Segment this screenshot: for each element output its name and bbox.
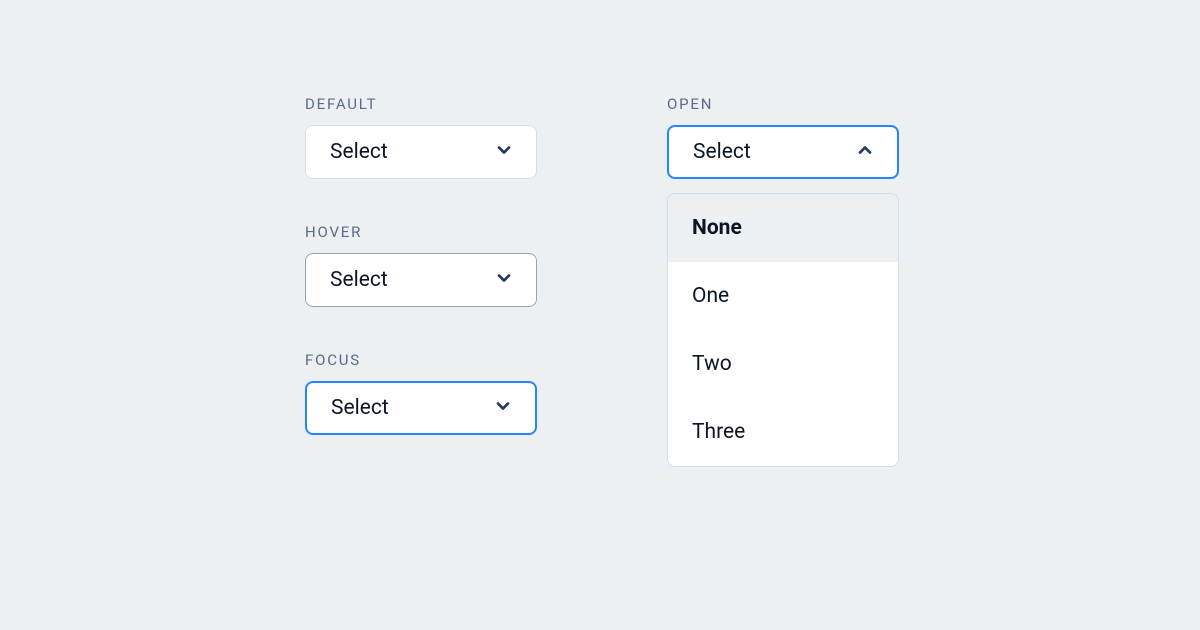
select-hover[interactable]: Select [305, 253, 537, 307]
state-label-focus: FOCUS [305, 351, 537, 369]
option-two[interactable]: Two [668, 330, 898, 398]
state-label-default: DEFAULT [305, 95, 537, 113]
option-one[interactable]: One [668, 262, 898, 330]
select-default-value: Select [330, 140, 388, 164]
state-focus-block: FOCUS Select [305, 351, 537, 435]
right-column: OPEN Select None One Two Three [667, 95, 899, 479]
chevron-down-icon [494, 268, 514, 292]
state-hover-block: HOVER Select [305, 223, 537, 307]
left-column: DEFAULT Select HOVER Select FOCUS Select [305, 95, 537, 479]
select-open[interactable]: Select [667, 125, 899, 179]
state-default-block: DEFAULT Select [305, 95, 537, 179]
chevron-down-icon [493, 396, 513, 420]
select-open-value: Select [693, 140, 751, 164]
state-label-hover: HOVER [305, 223, 537, 241]
dropdown-listbox: None One Two Three [667, 193, 899, 467]
chevron-up-icon [855, 140, 875, 164]
select-focus-value: Select [331, 396, 389, 420]
state-label-open: OPEN [667, 95, 899, 113]
chevron-down-icon [494, 140, 514, 164]
select-focus[interactable]: Select [305, 381, 537, 435]
select-default[interactable]: Select [305, 125, 537, 179]
option-three[interactable]: Three [668, 398, 898, 466]
select-hover-value: Select [330, 268, 388, 292]
option-none[interactable]: None [668, 194, 898, 262]
